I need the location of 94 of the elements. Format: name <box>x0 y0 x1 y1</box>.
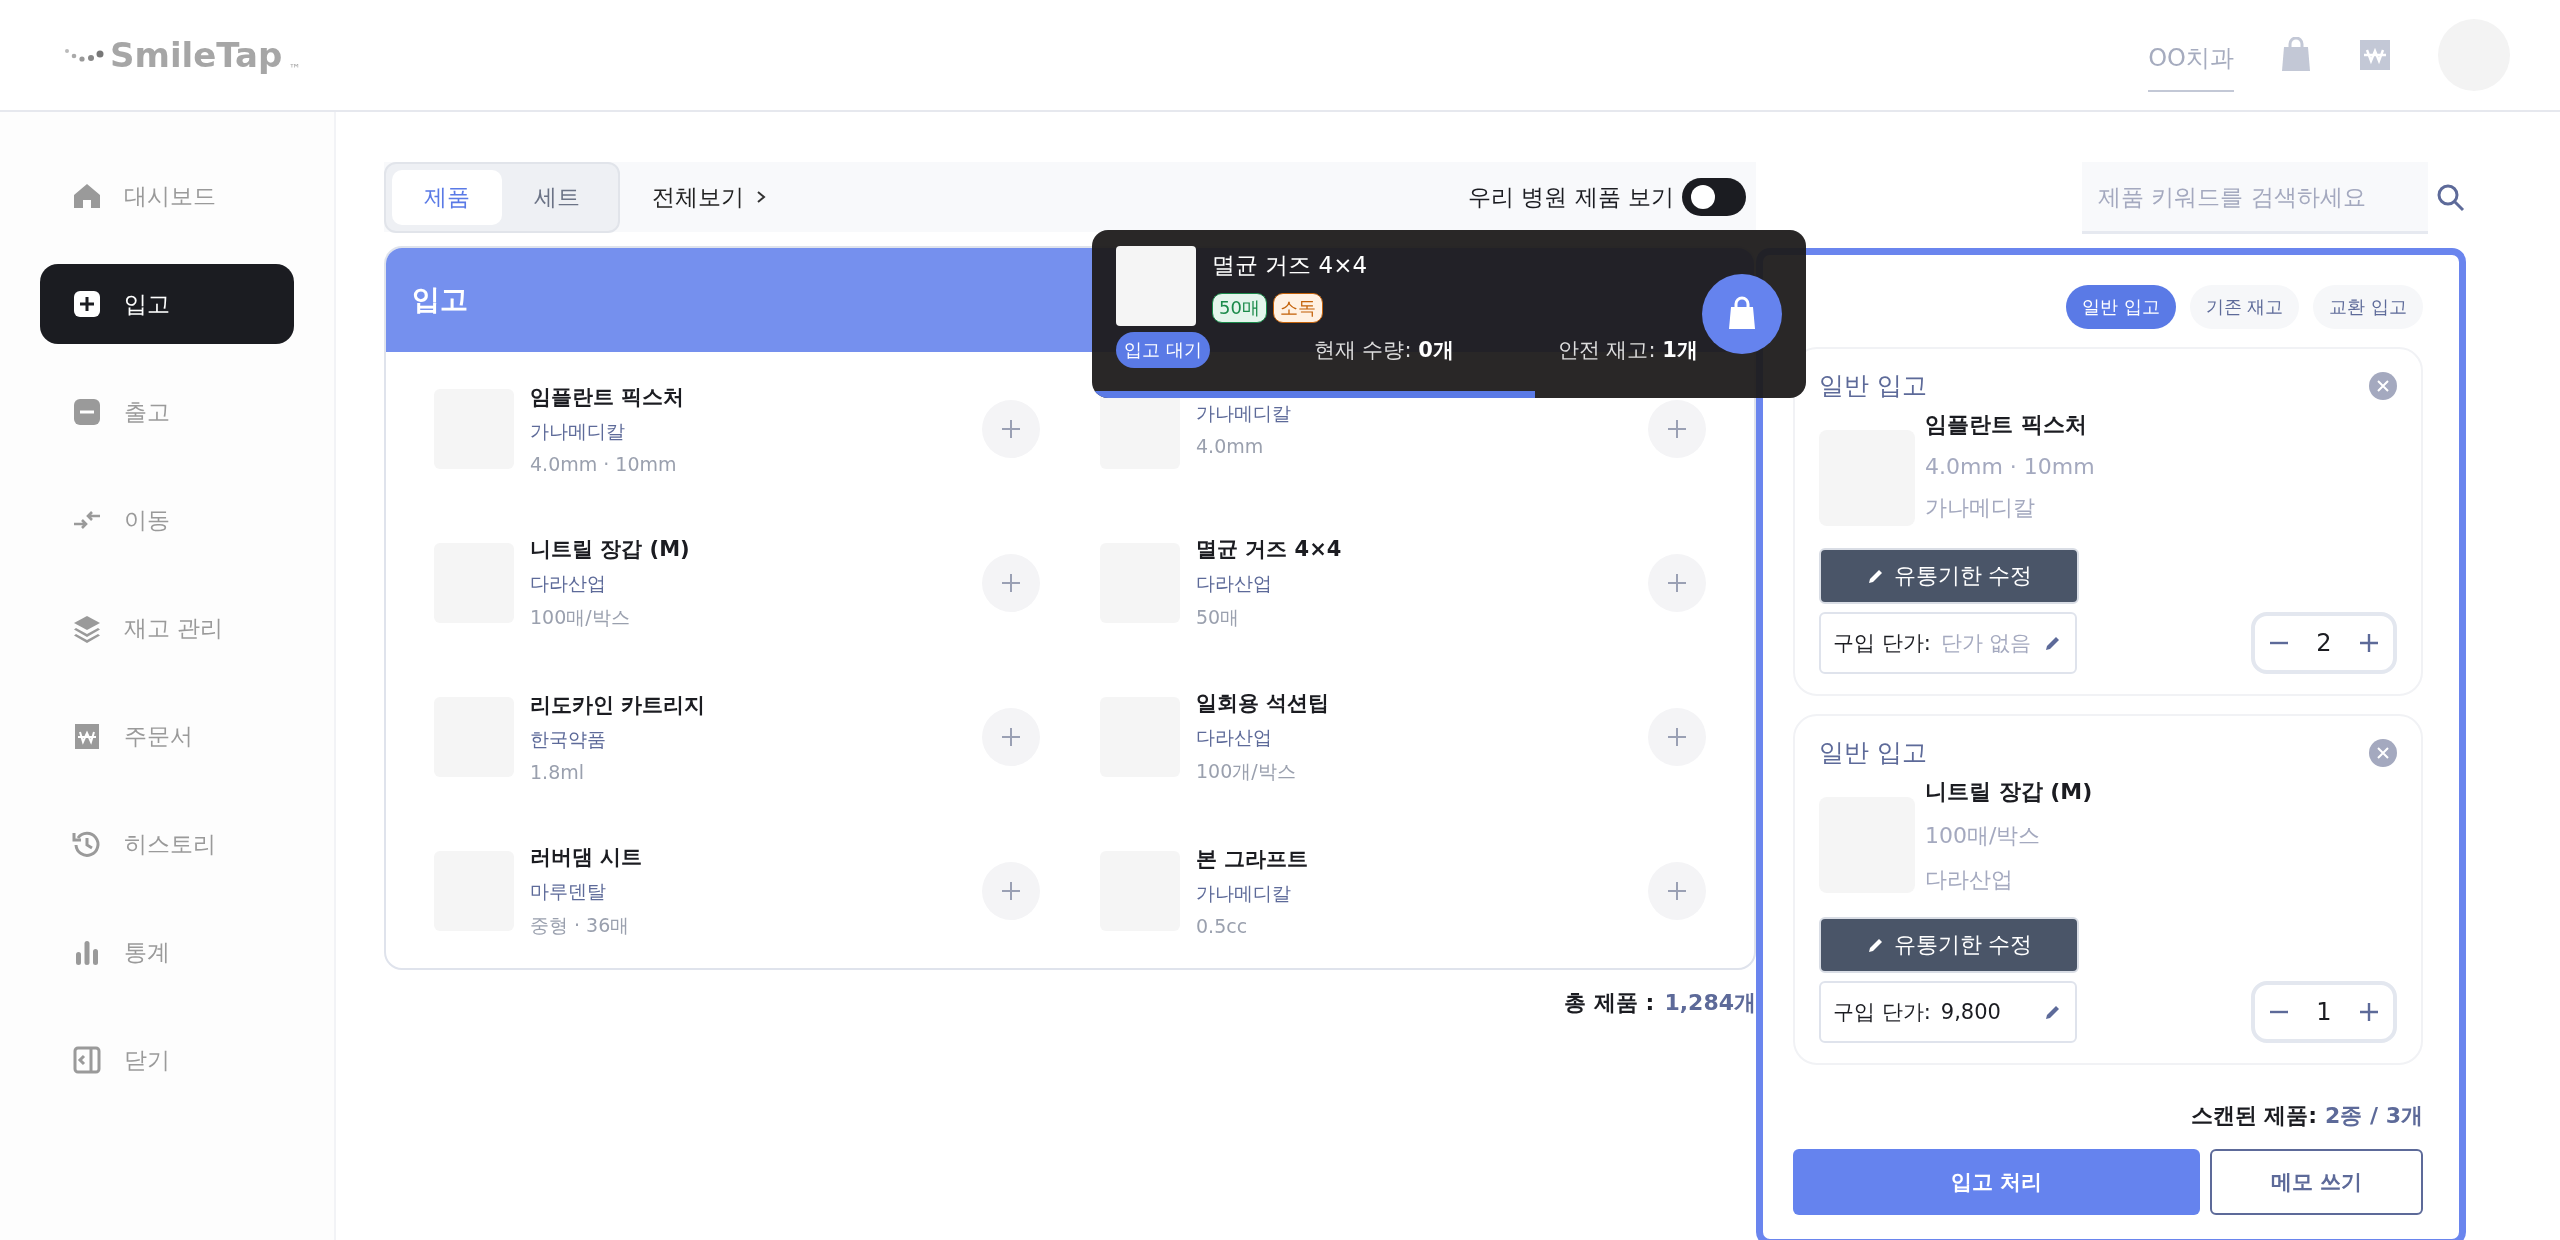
product-spec: 4.0mm · 10mm <box>1925 454 2095 479</box>
sidebar-item[interactable]: 닫기 <box>40 1020 294 1100</box>
product-maker: 다라산업 <box>530 571 607 596</box>
current-quantity: 현재 수량: 0개 <box>1313 337 1454 364</box>
logo-dots-icon <box>64 47 104 63</box>
tag: 소독 <box>1272 293 1323 323</box>
product-name: 멸균 거즈 4×4 <box>1196 536 1343 563</box>
product-spec: 50매 <box>1196 605 1241 630</box>
product-name: 니트릴 장갑 (M) <box>1925 778 2093 806</box>
product-name: 러버댐 시트 <box>530 844 644 871</box>
shopping-bag-icon <box>1726 296 1758 332</box>
safety-stock: 안전 재고: 1개 <box>1557 337 1698 364</box>
total-count: 1,284개 <box>1664 989 1756 1017</box>
product-maker: 가나메디칼 <box>530 419 626 444</box>
won-document-icon[interactable] <box>2358 38 2392 72</box>
product-maker: 가나메디칼 <box>1925 494 2036 522</box>
product-maker: 마루덴탈 <box>530 879 607 904</box>
logo: SmileTap ™ <box>64 34 301 76</box>
sidebar-item[interactable]: 히스토리 <box>40 804 294 884</box>
plus-icon <box>1666 572 1688 594</box>
search-icon[interactable] <box>2436 183 2466 213</box>
plus-icon[interactable] <box>2357 632 2380 654</box>
minus-icon <box>72 397 102 427</box>
entry-type: 일반 입고 <box>1819 737 1927 769</box>
memo-button[interactable]: 메모 쓰기 <box>2209 1149 2423 1215</box>
product-spec: 0.5cc <box>1196 915 1249 937</box>
edit-expiry-button[interactable]: 유통기한 수정 <box>1819 548 2079 604</box>
product-maker: 한국약품 <box>530 727 607 752</box>
plus-icon <box>1000 726 1022 748</box>
sidebar-item[interactable]: 재고 관리 <box>40 588 294 668</box>
product-spec: 100개/박스 <box>1196 759 1297 784</box>
search-field[interactable]: 제품 키워드를 검색하세요 <box>2082 162 2428 234</box>
submit-button[interactable]: 입고 처리 <box>1793 1149 2200 1215</box>
order-icon <box>72 721 102 751</box>
plus-icon <box>1666 880 1688 902</box>
plus-icon <box>1666 418 1688 440</box>
mode-chip[interactable]: 교환 입고 <box>2313 285 2423 329</box>
product-name: 니트릴 장갑 (M) <box>530 536 691 563</box>
product-maker: 가나메디칼 <box>1196 881 1292 906</box>
product-maker: 다라산업 <box>1925 866 2014 894</box>
product-spec: 1.8ml <box>530 761 585 783</box>
collapse-icon <box>72 1045 102 1075</box>
quantity-stepper[interactable]: 1 <box>2251 981 2397 1043</box>
plus-icon <box>1666 726 1688 748</box>
entry-type: 일반 입고 <box>1819 370 1927 402</box>
view-all-link[interactable]: 전체보기 <box>652 181 768 213</box>
summary-label: 스캔된 제품: <box>2190 1102 2318 1130</box>
tab[interactable]: 제품 <box>392 169 502 225</box>
sidebar-item[interactable]: 주문서 <box>40 696 294 776</box>
product-maker: 가나메디칼 <box>1196 401 1292 426</box>
sidebar-item[interactable]: 통계 <box>40 912 294 992</box>
tab[interactable]: 세트 <box>502 169 612 225</box>
home-icon <box>72 181 102 211</box>
product-name: 임플란트 픽스처 <box>530 384 686 411</box>
layers-icon <box>72 613 102 643</box>
tag: 50매 <box>1212 293 1267 323</box>
product-spec: 중형 · 36매 <box>530 913 631 938</box>
clinic-name[interactable]: OO치과 <box>2148 34 2234 92</box>
sidebar-item[interactable]: 입고 <box>40 264 294 344</box>
product-spec: 4.0mm <box>1196 435 1265 457</box>
toggle-switch[interactable] <box>1682 178 1746 216</box>
plus-icon <box>1000 880 1022 902</box>
price-field[interactable]: 구입 단가: 단가 없음 <box>1819 612 2077 674</box>
sidebar-item[interactable]: 대시보드 <box>40 156 294 236</box>
product-name: 일회용 석션팁 <box>1196 690 1331 717</box>
sidebar-item[interactable]: 이동 <box>40 480 294 560</box>
close-icon[interactable] <box>2369 371 2397 400</box>
quantity-stepper[interactable]: 2 <box>2251 612 2397 674</box>
sidebar-item[interactable]: 출고 <box>40 372 294 452</box>
edit-expiry-button[interactable]: 유통기한 수정 <box>1819 917 2079 973</box>
plus-icon[interactable] <box>2357 1001 2380 1023</box>
plus-icon <box>72 289 102 319</box>
card-title: 입고 <box>412 282 468 318</box>
history-icon <box>72 829 102 859</box>
shopping-bag-icon[interactable] <box>2280 37 2312 73</box>
product-name: 임플란트 픽스처 <box>1925 411 2088 439</box>
plus-icon <box>1000 418 1022 440</box>
mode-chip[interactable]: 기존 재고 <box>2189 285 2300 329</box>
product-maker: 다라산업 <box>1196 725 1273 750</box>
price-field[interactable]: 구입 단가: 9,800 <box>1819 981 2077 1043</box>
close-icon[interactable] <box>2369 738 2397 767</box>
product-maker: 다라산업 <box>1196 571 1273 596</box>
product-spec: 4.0mm · 10mm <box>530 453 678 475</box>
popup-product-name: 멸균 거즈 4×4 <box>1212 251 1368 280</box>
plus-icon <box>1000 572 1022 594</box>
toggle-label: 우리 병원 제품 보기 <box>1468 182 1674 212</box>
product-spec: 100매/박스 <box>1925 822 2042 850</box>
status-badge: 입고 대기 <box>1116 332 1210 368</box>
product-name: 본 그라프트 <box>1196 846 1310 873</box>
mode-chip[interactable]: 일반 입고 <box>2065 285 2176 329</box>
summary-count: 2종 / 3개 <box>2325 1102 2423 1130</box>
product-name: 리도카인 카트리지 <box>530 692 707 719</box>
product-spec: 100매/박스 <box>530 605 631 630</box>
total-label: 총 제품 : <box>1564 989 1655 1017</box>
